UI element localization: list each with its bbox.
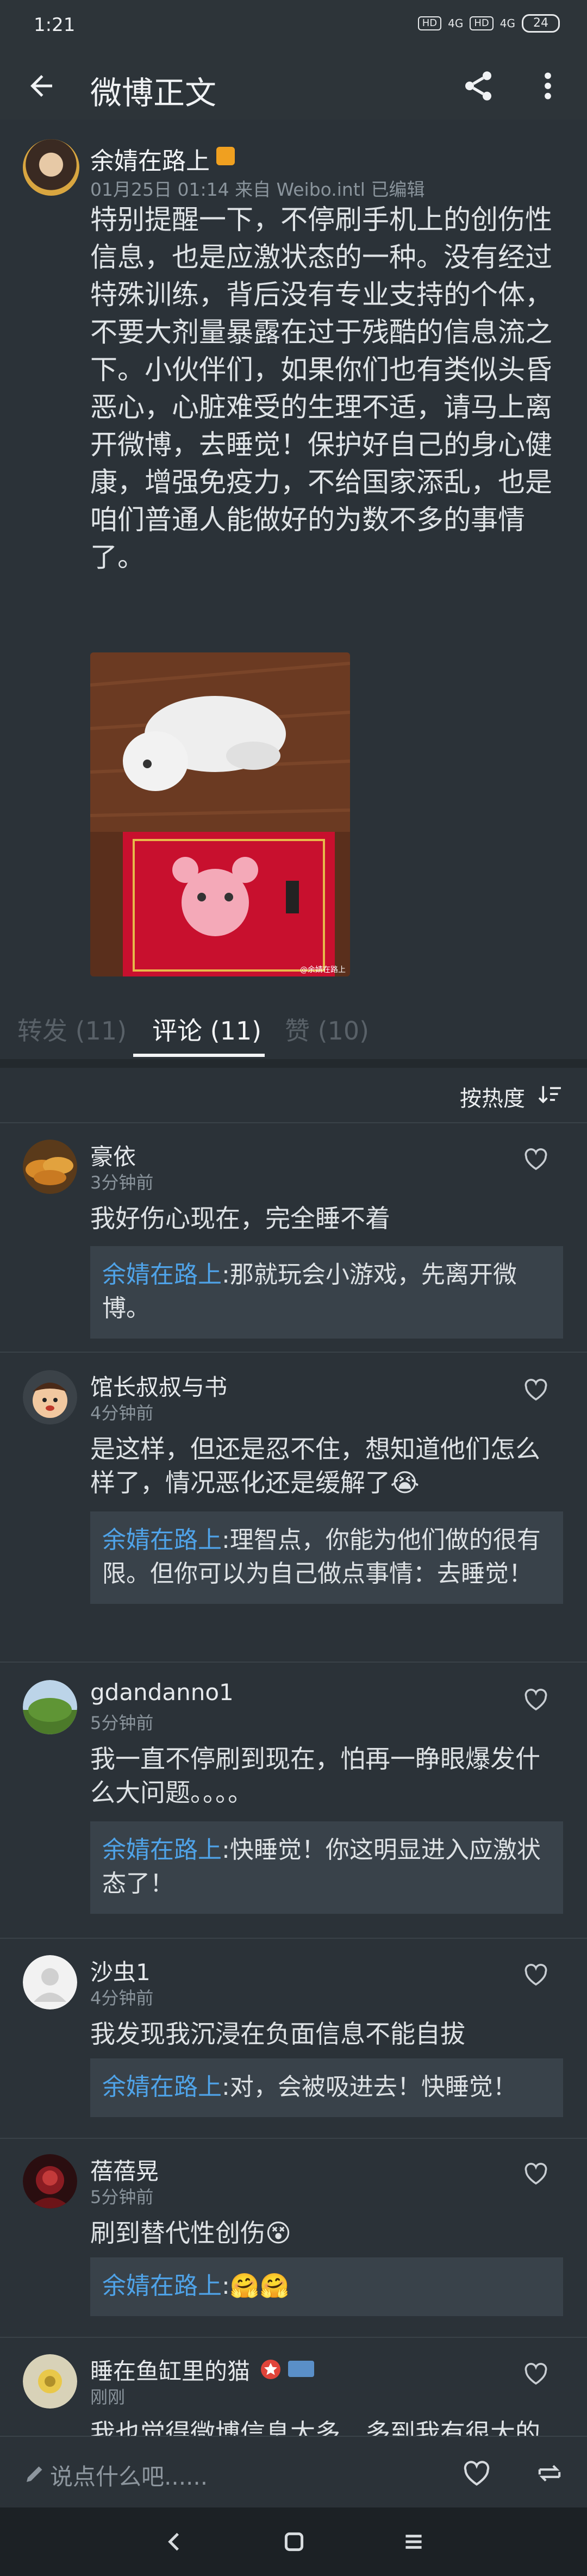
commenter-avatar[interactable] [23,2154,77,2208]
like-heart-icon[interactable] [523,2162,549,2186]
comment-text: 我也觉得微博信息太多，多到我有很大的 [90,2418,540,2436]
comment-text: 我一直不停刷到现在，怕再一睁眼爆发什么大问题。。。。 [90,1744,540,1807]
member-badge-icon [216,147,235,165]
active-tab-indicator [133,1054,265,1057]
reply-author-link[interactable]: 余婧在路上 [102,1526,222,1554]
author-reply: 余婧在路上:理智点，你能为他们做的很有限。但你可以为自己做点事情：去睡觉！ [90,1511,563,1604]
author-avatar[interactable] [23,139,79,196]
nav-menu-icon[interactable] [400,2528,427,2555]
author-reply: 余婧在路上:那就玩会小游戏，先离开微博。 [90,1246,563,1339]
commenter-avatar[interactable] [23,1140,77,1194]
commenter-name[interactable]: 馆长叔叔与书 [90,1369,227,1402]
divider [0,1122,587,1123]
signal-icon-1: 4G [448,17,464,30]
author-name[interactable]: 余婧在路上 [90,141,210,176]
like-post-icon[interactable] [461,2460,492,2487]
comment-input[interactable]: 说点什么吧...... [50,2459,208,2492]
post-content: 特别提醒一下，不停刷手机上的创伤性信息，也是应激状态的一种。没有经过特殊训练，背… [90,204,552,573]
reply-author-link[interactable]: 余婧在路上 [102,2073,222,2101]
image-watermark: @余婧在路上 [300,965,346,974]
comment-time: 3分钟前 [90,1172,154,1193]
divider [0,1938,587,1939]
status-icons: HD 4G HD 4G 24 [417,14,560,33]
more-options-icon[interactable] [537,69,559,103]
commenter-name[interactable]: 沙虫1 [90,1954,151,1987]
signal-icon-2: 4G [499,17,515,30]
sort-by-hot-button[interactable]: 按热度 [460,1081,525,1112]
status-time: 1:21 [34,14,76,36]
share-icon[interactable] [461,69,496,103]
level-badge-icon [288,2361,314,2377]
commenter-name[interactable]: 豪依 [90,1138,136,1172]
hd-icon-2: HD [470,16,494,30]
comment-text: 我发现我沉浸在负面信息不能自拔 [90,2019,465,2049]
reply-author-link[interactable]: 余婧在路上 [102,1836,222,1864]
author-reply: 余婧在路上:快睡觉！你这明显进入应激状态了！ [90,1821,563,1914]
nav-home-icon[interactable] [280,2528,308,2555]
system-nav-bar [0,2507,587,2576]
hd-icon: HD [417,16,442,30]
comment-text: 是这样，但还是忍不住，想知道他们怎么样了，情况恶化还是缓解了😭 [90,1434,540,1497]
commenter-avatar[interactable] [23,1955,77,2009]
comment-text: 我好伤心现在，完全睡不着 [90,1204,390,1233]
post-meta: 01月25日 01:14 来自 Weibo.intl 已编辑 [90,179,425,200]
like-heart-icon[interactable] [523,1963,549,1987]
reply-author-link[interactable]: 余婧在路上 [102,2272,222,2300]
divider [0,1352,587,1353]
like-heart-icon[interactable] [523,2362,549,2386]
commenter-avatar[interactable] [23,1680,77,1734]
back-arrow-icon[interactable] [25,70,58,102]
post-tabs: 转发 (11) 评论 (11) 赞 (10) [0,995,587,1059]
section-divider [0,1059,587,1068]
divider [0,2337,587,2338]
like-heart-icon[interactable] [523,1688,549,1712]
commenter-name[interactable]: 睡在鱼缸里的猫 [90,2353,250,2386]
like-heart-icon[interactable] [523,1147,549,1171]
sort-bar: 按热度 [0,1068,587,1122]
commenter-name[interactable]: gdandanno1 [90,1679,234,1706]
app-bar: 微博正文 [0,54,587,120]
commenter-name[interactable]: 蓓蓓晃 [90,2153,159,2186]
commenter-avatar[interactable] [23,1370,77,1424]
status-bar: 1:21 HD 4G HD 4G 24 [0,0,587,54]
author-reply: 余婧在路上:🤗🤗 [90,2257,563,2316]
comment-item: 睡在鱼缸里的猫 刚刚 我也觉得微博信息太多，多到我有很大的 [0,2349,587,2436]
comment-time: 4分钟前 [90,1988,154,2008]
comment-time: 5分钟前 [90,2187,154,2207]
comment-input-bar: 说点什么吧...... [0,2436,587,2509]
reply-author-link[interactable]: 余婧在路上 [102,1261,222,1289]
repost-icon[interactable] [534,2460,565,2487]
battery-icon: 24 [522,14,560,33]
author-reply: 余婧在路上:对，会被吸进去！快睡觉！ [90,2058,563,2117]
reply-text: :对，会被吸进去！快睡觉！ [222,2073,517,2101]
divider [0,1662,587,1663]
comment-time: 5分钟前 [90,1713,154,1733]
weibo-post: 余婧在路上 01月25日 01:14 来自 Weibo.intl 已编辑 特别提… [0,125,587,984]
comment-time: 4分钟前 [90,1403,154,1423]
tab-comment[interactable]: 评论 (11) [152,1011,261,1047]
comment-time: 刚刚 [90,2387,126,2407]
vip-badge-icon [261,2360,280,2379]
sort-icon[interactable] [538,1084,562,1106]
comment-text: 刷到替代性创伤😵 [90,2218,291,2248]
like-heart-icon[interactable] [523,1378,549,1402]
post-image[interactable]: @余婧在路上 [90,652,350,976]
divider [0,2138,587,2139]
tab-repost[interactable]: 转发 (11) [17,1011,127,1047]
commenter-avatar[interactable] [23,2354,77,2409]
page-title: 微博正文 [90,74,217,111]
reply-text: :🤗🤗 [222,2272,290,2300]
pen-icon [27,2466,42,2482]
nav-back-icon[interactable] [161,2528,188,2555]
tab-like[interactable]: 赞 (10) [285,1011,369,1047]
